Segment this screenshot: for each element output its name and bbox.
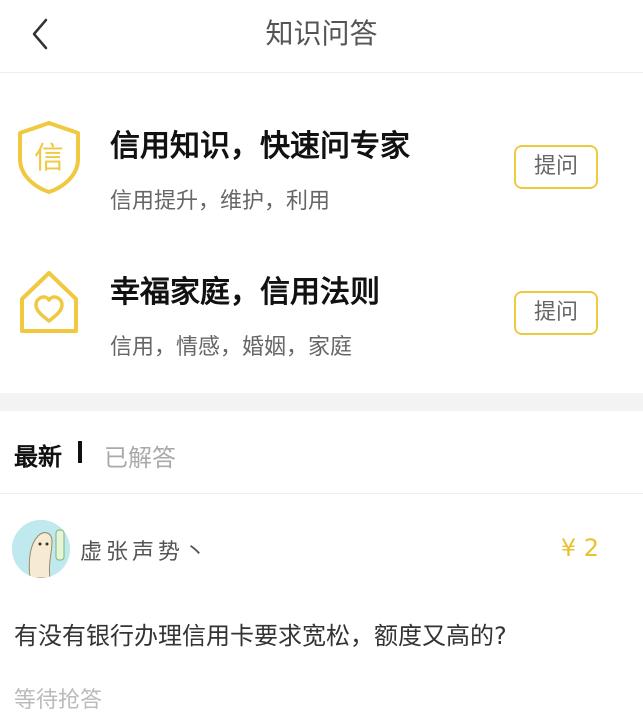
- section-divider: [0, 393, 643, 411]
- avatar-illustration: [12, 520, 70, 578]
- category-section: 信 信用知识，快速问专家 信用提升，维护，利用 提问 幸福家庭，信用法则 信用，…: [0, 73, 643, 393]
- category-title: 信用知识，快速问专家: [110, 129, 410, 164]
- tab-answered[interactable]: 已解答: [104, 438, 176, 473]
- question-tabs: 最新 已解答: [0, 411, 643, 494]
- house-heart-icon: [20, 271, 78, 333]
- ask-button[interactable]: 提问: [514, 291, 598, 335]
- category-title: 幸福家庭，信用法则: [110, 275, 380, 310]
- username[interactable]: 虚张声势丶: [80, 534, 210, 566]
- tab-separator: [78, 441, 82, 463]
- question-item[interactable]: 虚张声势丶 ¥ 2 有没有银行办理信用卡要求宽松，额度又高的? 等待抢答: [0, 494, 643, 713]
- tab-latest[interactable]: 最新: [14, 437, 62, 472]
- category-card-credit[interactable]: 信 信用知识，快速问专家 信用提升，维护，利用 提问: [0, 111, 643, 251]
- avatar[interactable]: [12, 520, 70, 578]
- category-subtitle: 信用，情感，婚姻，家庭: [110, 335, 353, 360]
- reward-amount: ¥ 2: [560, 534, 599, 562]
- ask-button[interactable]: 提问: [514, 145, 598, 189]
- page-title: 知识问答: [265, 17, 378, 50]
- top-bar: 知识问答: [0, 0, 643, 73]
- shield-credit-glyph: 信: [34, 141, 64, 176]
- question-text[interactable]: 有没有银行办理信用卡要求宽松，额度又高的?: [14, 616, 507, 651]
- shield-credit-icon: 信: [18, 121, 80, 194]
- category-subtitle: 信用提升，维护，利用: [110, 189, 331, 214]
- category-card-family[interactable]: 幸福家庭，信用法则 信用，情感，婚姻，家庭 提问: [0, 257, 643, 397]
- question-status: 等待抢答: [14, 688, 103, 713]
